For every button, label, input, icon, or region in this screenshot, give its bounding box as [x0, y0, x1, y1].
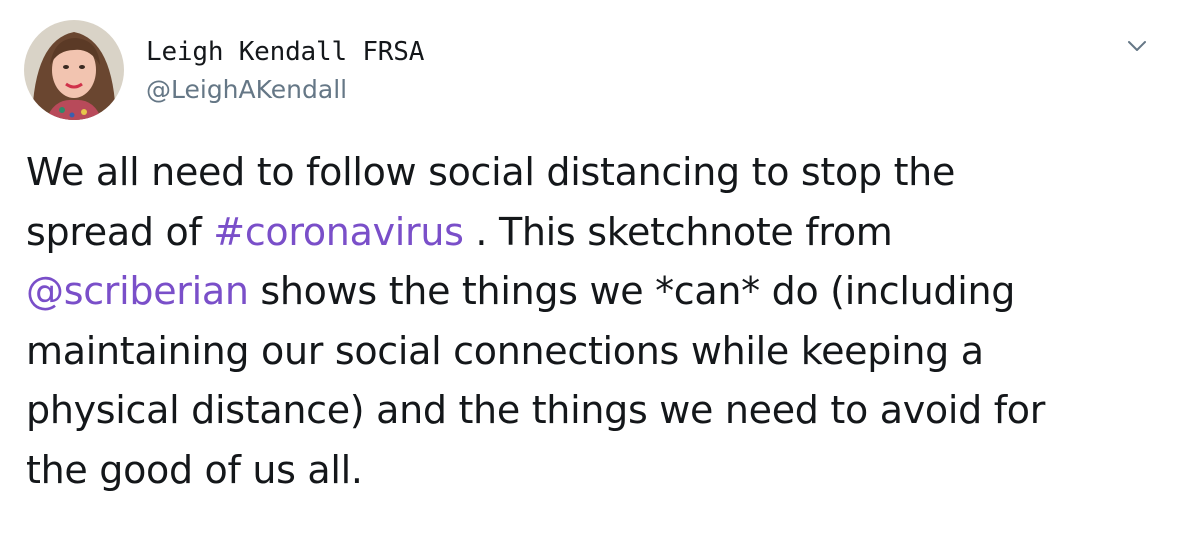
mention-link[interactable]: @scriberian: [26, 269, 249, 313]
tweet-text: We all need to follow social distancing …: [26, 143, 1156, 500]
tweet-line: physical distance) and the things we nee…: [26, 388, 1046, 432]
tweet-card: Leigh Kendall FRSA @LeighAKendall We all…: [0, 0, 1177, 537]
tweet-text-segment: spread of: [26, 209, 214, 254]
chevron-down-icon[interactable]: [1123, 36, 1151, 56]
avatar-image: [24, 20, 124, 120]
tweet-line: spread of #coronavirus . This sketchnote…: [26, 203, 1156, 263]
tweet-line: maintaining our social connections while…: [26, 328, 984, 373]
author-info: Leigh Kendall FRSA @LeighAKendall: [146, 36, 424, 106]
hashtag-link[interactable]: #coronavirus: [213, 210, 464, 254]
tweet-header: Leigh Kendall FRSA @LeighAKendall: [24, 20, 1157, 120]
tweet-text-segment: shows the things we *can* do (including: [248, 269, 1016, 313]
avatar[interactable]: [24, 20, 124, 120]
display-name[interactable]: Leigh Kendall FRSA: [146, 36, 424, 68]
tweet-line: @scriberian shows the things we *can* do…: [26, 262, 1156, 322]
tweet-line: the good of us all.: [26, 447, 363, 492]
user-handle[interactable]: @LeighAKendall: [146, 74, 424, 106]
tweet-line: We all need to follow social distancing …: [26, 150, 956, 194]
tweet-text-segment: . This sketchnote from: [463, 209, 893, 254]
